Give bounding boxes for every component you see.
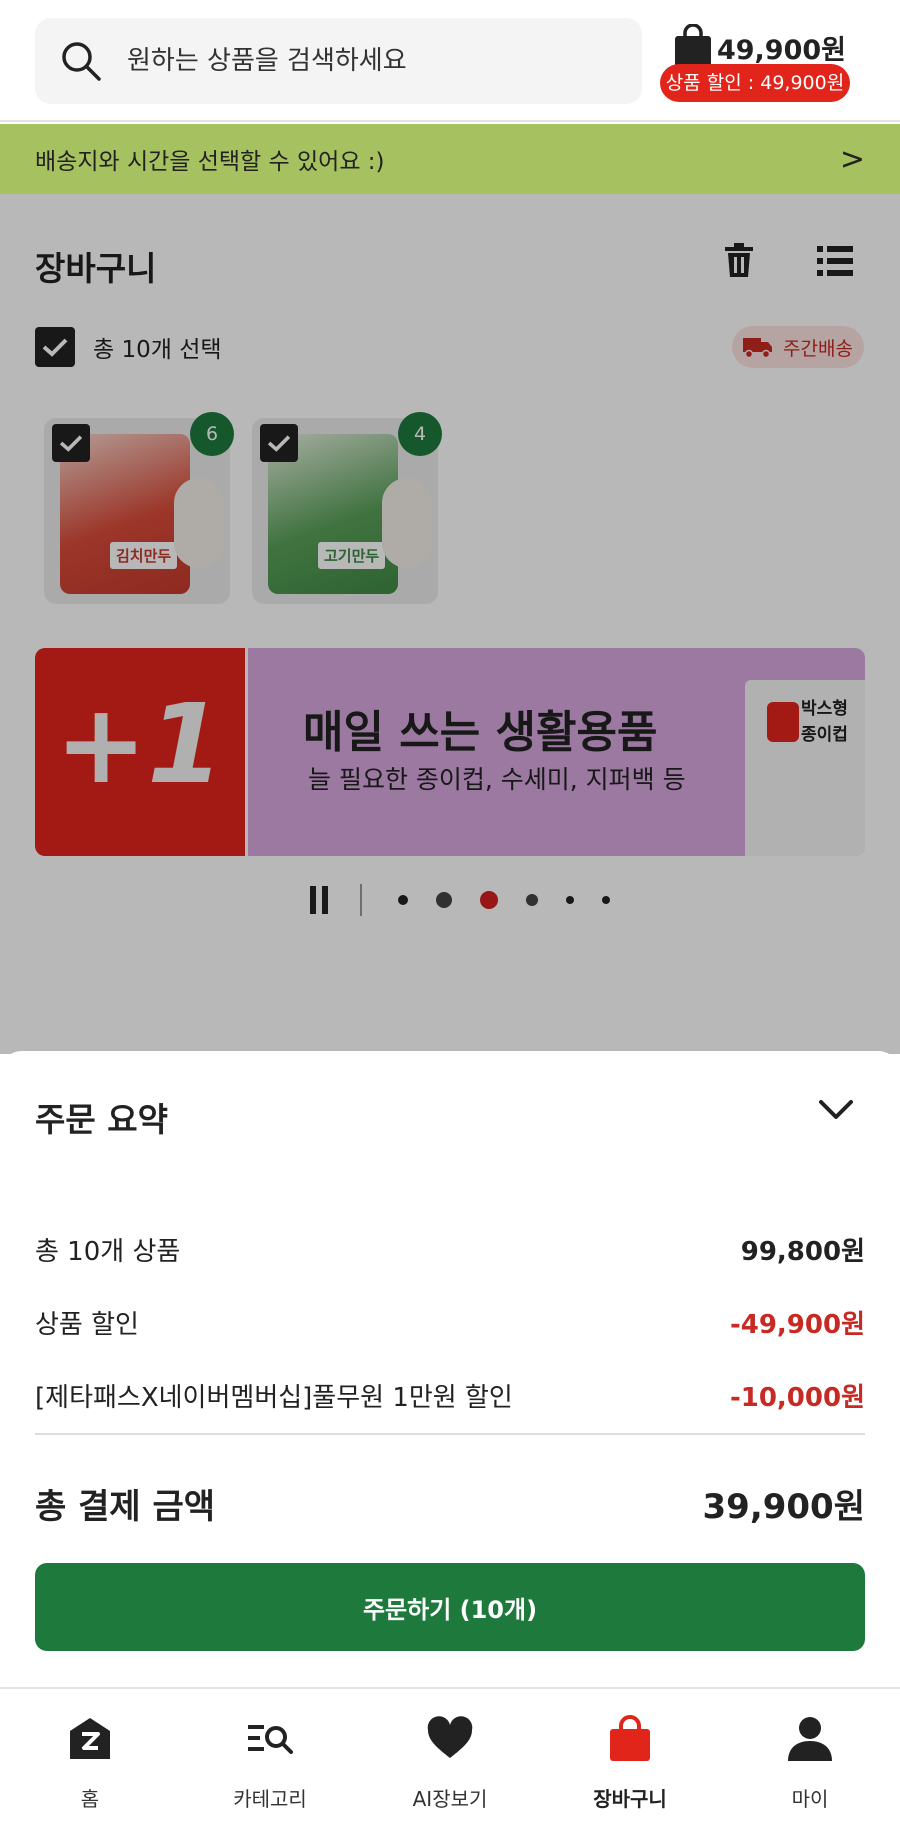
tab-category[interactable]: 카테고리	[180, 1689, 360, 1829]
summary-row-value: -49,900원	[729, 1310, 865, 1340]
order-button[interactable]: 주문하기 (10개)	[35, 1563, 865, 1651]
summary-title: 주문 요약	[35, 1100, 168, 1139]
tab-my[interactable]: 마이	[720, 1689, 900, 1829]
tab-home[interactable]: 홈	[0, 1689, 180, 1829]
summary-row-label: [제타패스X네이버멤버십]풀무원 1만원 할인	[35, 1383, 513, 1413]
tab-label: 마이	[791, 1787, 829, 1811]
user-icon	[788, 1717, 832, 1761]
tab-ai-shopping[interactable]: AI장보기	[360, 1689, 540, 1829]
divider	[35, 1433, 865, 1435]
tab-label: 홈	[80, 1787, 100, 1811]
summary-row-label: 총 10개 상품	[35, 1237, 181, 1267]
summary-row-value: 99,800원	[740, 1237, 865, 1267]
total-label: 총 결제 금액	[35, 1487, 216, 1527]
chevron-right-icon: >	[839, 141, 865, 177]
header-cart[interactable]: 49,900원 상품 할인 : 49,900원	[660, 18, 880, 104]
summary-row-subtotal: 총 10개 상품 99,800원	[35, 1231, 865, 1268]
search-icon	[62, 42, 101, 81]
summary-row-value: -10,000원	[729, 1383, 865, 1413]
home-icon	[70, 1718, 110, 1759]
search-bar[interactable]	[35, 18, 642, 104]
summary-row-label: 상품 할인	[35, 1310, 139, 1340]
delivery-text: 배송지와 시간을 선택할 수 있어요 :)	[35, 149, 385, 175]
delivery-selector[interactable]: 배송지와 시간을 선택할 수 있어요 :) >	[0, 124, 900, 194]
tab-label: AI장보기	[412, 1787, 488, 1811]
search-input[interactable]	[127, 46, 607, 76]
header-cart-total: 49,900원	[716, 35, 846, 66]
discount-badge: 상품 할인 : 49,900원	[660, 64, 850, 102]
total-payment: 총 결제 금액 39,900원	[35, 1479, 865, 1528]
header: 49,900원 상품 할인 : 49,900원	[0, 0, 900, 122]
category-search-icon	[248, 1725, 293, 1754]
summary-row-discount: 상품 할인 -49,900원	[35, 1304, 865, 1341]
bottom-tab-bar: 홈 카테고리 AI장보기 장바구니 마이	[0, 1687, 900, 1829]
heart-icon	[427, 1716, 473, 1758]
summary-row-coupon: [제타패스X네이버멤버십]풀무원 1만원 할인 -10,000원	[35, 1377, 865, 1414]
tab-label: 카테고리	[233, 1787, 307, 1811]
total-value: 39,900원	[702, 1487, 865, 1527]
tab-label: 장바구니	[593, 1787, 667, 1811]
dim-overlay[interactable]	[0, 194, 900, 1054]
shopping-bag-icon	[610, 1715, 650, 1761]
order-summary-sheet: 주문 요약 총 10개 상품 99,800원 상품 할인 -49,900원 [제…	[0, 1051, 900, 1687]
tab-cart[interactable]: 장바구니	[540, 1689, 720, 1829]
chevron-down-icon[interactable]	[818, 1097, 854, 1123]
